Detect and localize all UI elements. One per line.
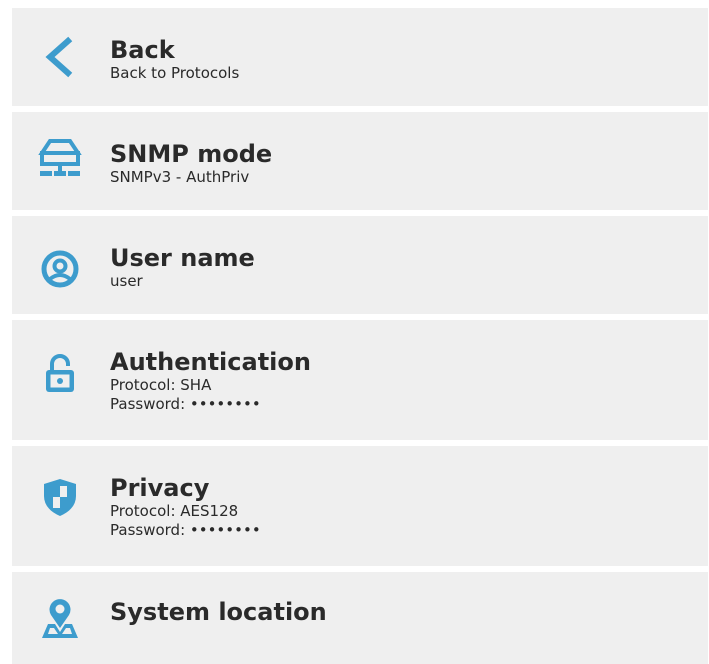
snmp-mode-item[interactable]: SNMP mode SNMPv3 - AuthPriv: [12, 112, 708, 210]
lock-icon: [38, 351, 82, 395]
item-subtitle: Back to Protocols: [110, 64, 240, 82]
item-title: SNMP mode: [110, 140, 273, 168]
item-password: Password: ••••••••: [110, 395, 261, 413]
item-subtitle: SNMPv3 - AuthPriv: [110, 168, 250, 186]
item-title: Back: [110, 36, 175, 64]
item-title: Authentication: [110, 348, 311, 376]
system-location-item[interactable]: System location: [12, 572, 708, 664]
privacy-item[interactable]: Privacy Protocol: AES128 Password: •••••…: [12, 446, 708, 566]
network-switch-icon: [38, 137, 82, 181]
item-title: Privacy: [110, 474, 210, 502]
item-subtitle: user: [110, 272, 143, 290]
user-circle-icon: [38, 247, 82, 291]
item-protocol: Protocol: AES128: [110, 502, 239, 520]
shield-icon: [38, 475, 82, 519]
snmp-settings-menu: Back Back to Protocols SNMP mode SNMPv3 …: [0, 0, 709, 664]
item-protocol: Protocol: SHA: [110, 376, 212, 394]
location-pin-icon: [38, 596, 82, 640]
item-password: Password: ••••••••: [110, 521, 261, 539]
user-name-item[interactable]: User name user: [12, 216, 708, 314]
back-item[interactable]: Back Back to Protocols: [12, 8, 708, 106]
item-title: User name: [110, 244, 255, 272]
authentication-item[interactable]: Authentication Protocol: SHA Password: •…: [12, 320, 708, 440]
item-title: System location: [110, 598, 327, 626]
chevron-left-icon: [38, 35, 82, 79]
